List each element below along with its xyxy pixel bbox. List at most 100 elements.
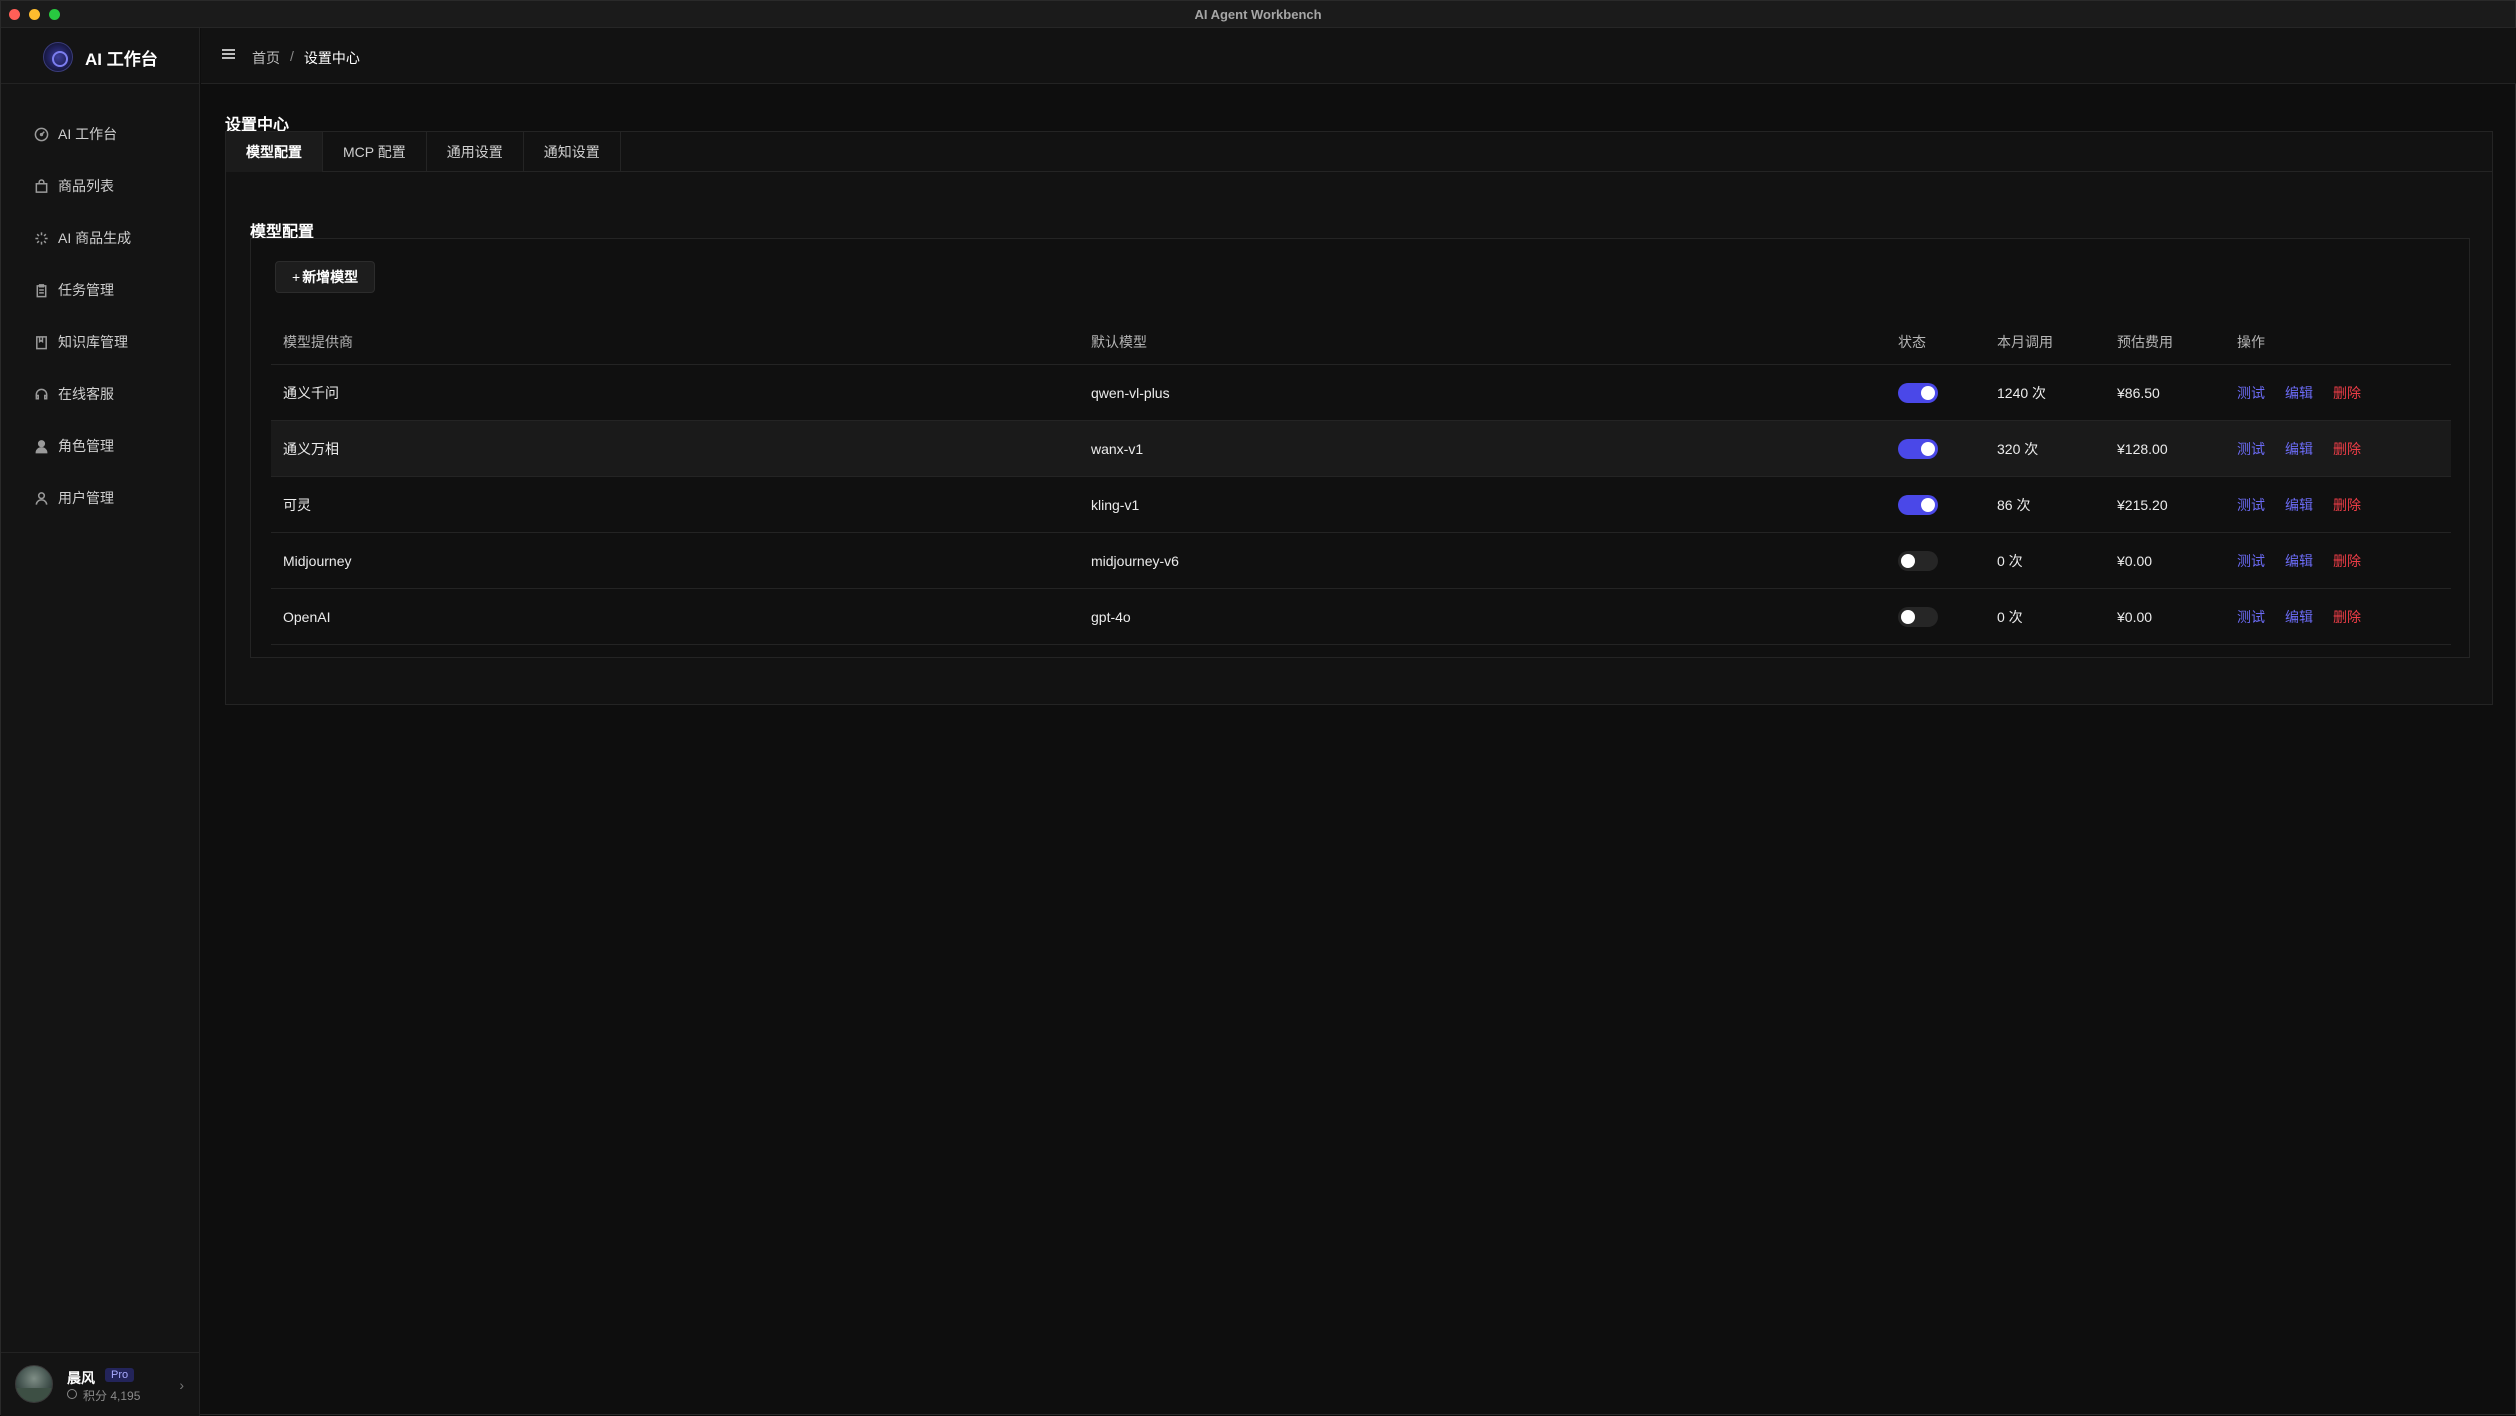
- header-calls: 本月调用: [1997, 333, 2053, 350]
- table-row: 通义万相 wanx-v1 320 次 ¥128.00 测试 编辑 删除: [271, 421, 2451, 477]
- sparkles-icon: [33, 230, 49, 246]
- status-toggle[interactable]: [1898, 382, 1938, 403]
- sidebar-item-ai-product-generation[interactable]: AI 商品生成: [1, 212, 200, 264]
- add-model-button[interactable]: + 新增模型: [275, 261, 376, 293]
- sidebar-item-label: 在线客服: [58, 386, 114, 402]
- toggle-knob: [1921, 497, 1935, 512]
- sidebar-item-knowledge-base[interactable]: 知识库管理: [1, 316, 200, 368]
- app-window: AI Agent Workbench AI 工作台 AI 工作台 商品列表 AI…: [0, 0, 2516, 1416]
- status-toggle[interactable]: [1898, 606, 1938, 627]
- header-actions: 操作: [2237, 333, 2265, 350]
- model-cell: wanx-v1: [1091, 440, 1144, 457]
- test-button[interactable]: 测试: [2237, 439, 2265, 459]
- edit-button[interactable]: 编辑: [2285, 383, 2313, 403]
- breadcrumb-home[interactable]: 首页: [252, 48, 280, 68]
- header-provider: 模型提供商: [283, 333, 353, 350]
- provider-cell: 可灵: [283, 496, 311, 513]
- table-row: Midjourney midjourney-v6 0 次 ¥0.00 测试 编辑…: [271, 533, 2451, 589]
- user-points: 积分 4,195: [83, 1389, 141, 1403]
- test-button[interactable]: 测试: [2237, 383, 2265, 403]
- sidebar-item-product-list[interactable]: 商品列表: [1, 160, 200, 212]
- status-toggle[interactable]: [1898, 494, 1938, 515]
- model-cell: kling-v1: [1091, 496, 1140, 513]
- settings-card: 模型配置 MCP 配置 通用设置 通知设置 模型配置 + 新增模型 模型提供商 …: [225, 131, 2493, 705]
- title-bar: AI Agent Workbench: [1, 1, 2515, 28]
- settings-tabs: 模型配置 MCP 配置 通用设置 通知设置: [226, 132, 2492, 172]
- status-toggle[interactable]: [1898, 438, 1938, 459]
- sidebar-item-label: 商品列表: [58, 178, 114, 194]
- avatar: [15, 1365, 53, 1403]
- edit-button[interactable]: 编辑: [2285, 439, 2313, 459]
- test-button[interactable]: 测试: [2237, 551, 2265, 571]
- coin-icon: [67, 1389, 77, 1399]
- cost-cell: ¥0.00: [2117, 552, 2153, 569]
- table-row: 可灵 kling-v1 86 次 ¥215.20 测试 编辑 删除: [271, 477, 2451, 533]
- delete-button[interactable]: 删除: [2333, 439, 2361, 459]
- clipboard-icon: [33, 282, 49, 298]
- delete-button[interactable]: 删除: [2333, 607, 2361, 627]
- breadcrumb-separator: /: [290, 48, 294, 64]
- status-cell: [1898, 533, 1938, 588]
- sidebar-item-label: 角色管理: [58, 438, 114, 454]
- test-button[interactable]: 测试: [2237, 495, 2265, 515]
- calls-cell: 1240 次: [1997, 384, 2047, 401]
- actions-cell: 测试 编辑 删除: [2237, 533, 2361, 588]
- toggle-knob: [1921, 441, 1935, 456]
- sidebar-item-role-management[interactable]: 角色管理: [1, 420, 200, 472]
- cost-cell: ¥0.00: [2117, 608, 2153, 625]
- delete-button[interactable]: 删除: [2333, 551, 2361, 571]
- tab-model-config[interactable]: 模型配置: [226, 132, 323, 172]
- status-cell: [1898, 421, 1938, 476]
- edit-button[interactable]: 编辑: [2285, 551, 2313, 571]
- user-filled-icon: [33, 438, 49, 454]
- toggle-knob: [1921, 385, 1935, 400]
- provider-cell: Midjourney: [283, 552, 352, 569]
- chevron-right-icon[interactable]: ›: [179, 1377, 184, 1393]
- top-header: 首页 / 设置中心: [201, 28, 2516, 84]
- calls-cell: 320 次: [1997, 440, 2039, 457]
- model-cell: gpt-4o: [1091, 608, 1131, 625]
- brand: AI 工作台: [1, 28, 200, 84]
- book-icon: [33, 334, 49, 350]
- sidebar-item-label: 用户管理: [58, 490, 114, 506]
- model-cell: midjourney-v6: [1091, 552, 1179, 569]
- brand-title: AI 工作台: [85, 50, 158, 69]
- delete-button[interactable]: 删除: [2333, 495, 2361, 515]
- table-row: OpenAI gpt-4o 0 次 ¥0.00 测试 编辑 删除: [271, 589, 2451, 645]
- sidebar-item-online-support[interactable]: 在线客服: [1, 368, 200, 420]
- actions-cell: 测试 编辑 删除: [2237, 421, 2361, 476]
- model-config-panel: + 新增模型 模型提供商 默认模型 状态 本月调用 预估费用 操作 通义千问 q…: [250, 238, 2470, 658]
- plus-icon: +: [292, 269, 301, 285]
- sidebar-item-label: 知识库管理: [58, 334, 128, 350]
- header-model: 默认模型: [1091, 333, 1147, 350]
- cost-cell: ¥128.00: [2117, 440, 2168, 457]
- status-cell: [1898, 477, 1938, 532]
- edit-button[interactable]: 编辑: [2285, 495, 2313, 515]
- sidebar-item-user-management[interactable]: 用户管理: [1, 472, 200, 524]
- sidebar-item-label: 任务管理: [58, 282, 114, 298]
- model-cell: qwen-vl-plus: [1091, 384, 1170, 401]
- user-profile[interactable]: 晨风 Pro 积分 4,195 ›: [1, 1352, 200, 1416]
- table-row: 通义千问 qwen-vl-plus 1240 次 ¥86.50 测试 编辑 删除: [271, 365, 2451, 421]
- header-status: 状态: [1898, 333, 1926, 350]
- window-title: AI Agent Workbench: [1194, 7, 1322, 22]
- header-cost: 预估费用: [2117, 333, 2173, 350]
- provider-cell: OpenAI: [283, 608, 331, 625]
- dashboard-icon: [33, 126, 49, 142]
- actions-cell: 测试 编辑 删除: [2237, 365, 2361, 420]
- tab-notification-settings[interactable]: 通知设置: [524, 132, 621, 172]
- delete-button[interactable]: 删除: [2333, 383, 2361, 403]
- sidebar-item-ai-workbench[interactable]: AI 工作台: [1, 108, 200, 160]
- tab-mcp-config[interactable]: MCP 配置: [323, 132, 427, 172]
- shopping-bag-icon: [33, 178, 49, 194]
- status-toggle[interactable]: [1898, 550, 1938, 571]
- edit-button[interactable]: 编辑: [2285, 607, 2313, 627]
- pro-badge: Pro: [105, 1368, 135, 1382]
- breadcrumb-current: 设置中心: [303, 50, 360, 66]
- tab-general-settings[interactable]: 通用设置: [427, 132, 524, 172]
- menu-toggle-icon[interactable]: [221, 46, 237, 62]
- test-button[interactable]: 测试: [2237, 607, 2265, 627]
- sidebar-item-task-management[interactable]: 任务管理: [1, 264, 200, 316]
- model-table: 模型提供商 默认模型 状态 本月调用 预估费用 操作 通义千问 qwen-vl-…: [271, 319, 2451, 645]
- calls-cell: 0 次: [1997, 552, 2023, 569]
